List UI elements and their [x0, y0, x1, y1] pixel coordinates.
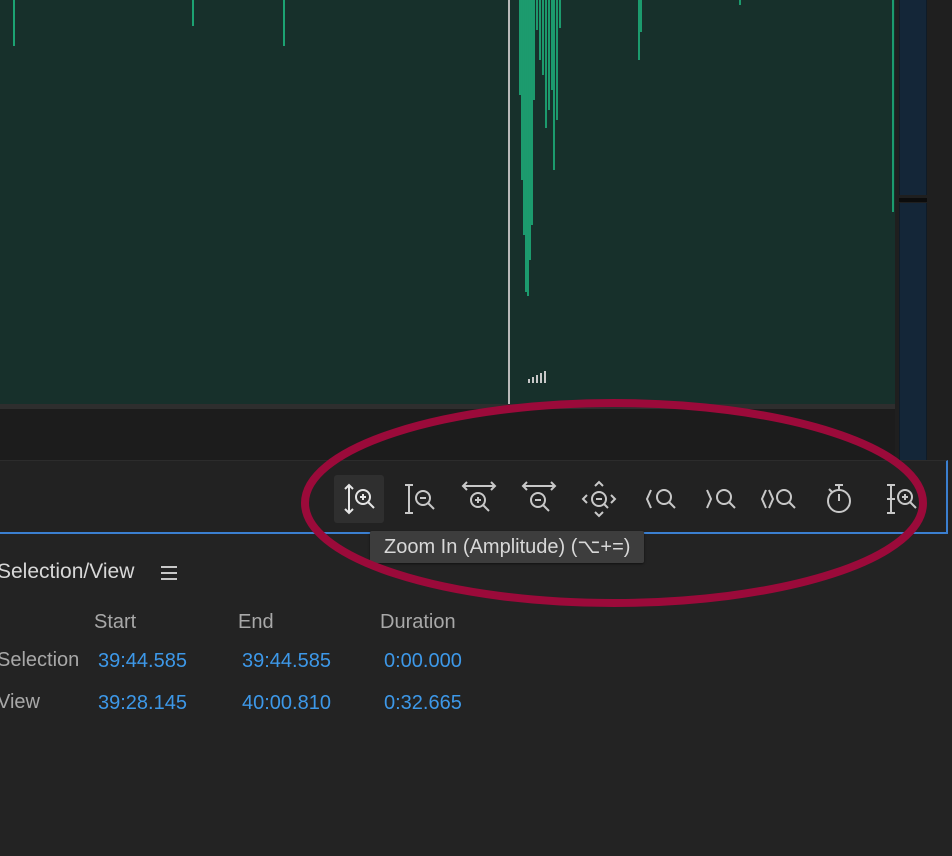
view-duration-value[interactable]: 0:32.665: [384, 692, 462, 715]
zoom-out-time-button[interactable]: [514, 475, 564, 523]
zoom-amplitude-alt-icon: [887, 484, 917, 514]
waveform-graphic: [13, 0, 894, 404]
selection-start-value[interactable]: 39:44.585: [98, 650, 187, 673]
row-label-view: View: [0, 691, 40, 713]
signal-level-icon: [528, 371, 546, 383]
zoom-out-amplitude-icon: [405, 484, 435, 514]
zoom-in-amplitude-button[interactable]: [334, 475, 384, 523]
zoom-out-full-icon: [581, 480, 617, 518]
selection-end-value[interactable]: 39:44.585: [242, 650, 331, 673]
row-label-selection: Selection: [0, 649, 80, 671]
view-start-value[interactable]: 39:28.145: [98, 692, 187, 715]
zoom-tooltip: Zoom In (Amplitude) (⌥+=): [370, 531, 645, 563]
zoom-toolbar: [0, 460, 948, 534]
waveform-display[interactable]: [0, 0, 895, 404]
waveform-lower-track: [0, 409, 895, 460]
zoom-to-selection-icon: [760, 489, 796, 509]
zoom-playhead-button[interactable]: [814, 475, 864, 523]
zoom-to-selection-in-point-icon: [645, 489, 676, 509]
column-header-start: Start: [94, 611, 137, 633]
column-header-end: End: [238, 611, 274, 633]
selection-view-panel-title: Selection/View: [0, 560, 135, 583]
audio-editor-window: Zoom In (Amplitude) (⌥+=) Selection/View…: [0, 0, 952, 856]
hamburger-menu-icon[interactable]: [158, 562, 180, 584]
zoom-in-point-button[interactable]: [634, 475, 684, 523]
zoom-out-time-icon: [521, 481, 557, 512]
zoom-in-time-button[interactable]: [454, 475, 504, 523]
zoom-to-selection-out-point-icon: [706, 489, 736, 509]
zoom-playhead-icon: [827, 484, 851, 513]
zoom-in-amplitude-icon: [344, 483, 375, 515]
column-header-duration: Duration: [380, 611, 456, 633]
selection-duration-value[interactable]: 0:00.000: [384, 650, 462, 673]
zoom-out-point-button[interactable]: [694, 475, 744, 523]
zoom-out-amplitude-button[interactable]: [394, 475, 444, 523]
zoom-in-time-icon: [461, 481, 497, 512]
zoom-amplitude-alt-button[interactable]: [874, 475, 924, 523]
view-end-value[interactable]: 40:00.810: [242, 692, 331, 715]
vertical-scrollbar[interactable]: [895, 0, 952, 460]
scrollbar-thumb-bottom[interactable]: [899, 203, 927, 460]
scrollbar-divider: [899, 198, 927, 202]
zoom-out-full-button[interactable]: [574, 475, 624, 523]
zoom-selection-button[interactable]: [754, 475, 804, 523]
scrollbar-thumb-top[interactable]: [899, 0, 927, 195]
